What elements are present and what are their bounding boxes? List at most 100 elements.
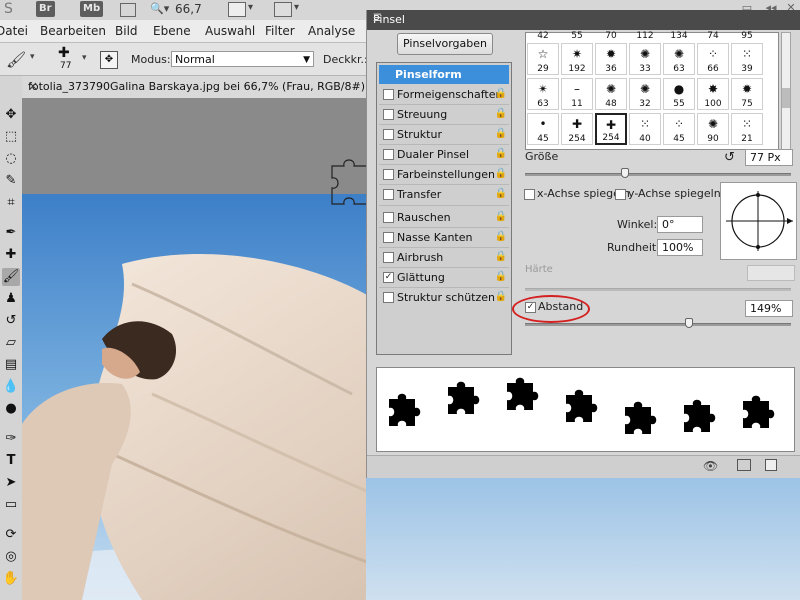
section-brush-tip-shape[interactable]: Pinselform	[379, 65, 509, 84]
section-checkbox[interactable]	[383, 232, 394, 243]
chevron-down-icon[interactable]: ▾	[294, 2, 299, 13]
mini-bridge-button[interactable]: Mb	[80, 1, 104, 17]
menu-auswahl[interactable]: Auswahl	[205, 24, 255, 38]
brush-tip-cell[interactable]: ✸ 100	[697, 78, 729, 110]
brush-tip-cell[interactable]: ⁙ 40	[629, 113, 661, 145]
brush-tip-cell[interactable]: ✺ 33	[629, 43, 661, 75]
brush-tip-cell[interactable]: ⁙ 21	[731, 113, 763, 145]
path-selection-tool-icon[interactable]: ➤	[2, 474, 20, 492]
brush-presets-button[interactable]: Pinselvorgaben	[397, 33, 493, 55]
3d-camera-tool-icon[interactable]: ◎	[2, 548, 20, 566]
brush-grid-icon[interactable]	[737, 459, 751, 471]
size-slider-knob[interactable]	[621, 168, 629, 178]
brush-tip-cell[interactable]: ✹ 36	[595, 43, 627, 75]
grid-scrollbar-thumb[interactable]	[782, 88, 790, 108]
lock-icon[interactable]: 🔒	[495, 251, 507, 262]
lock-icon[interactable]: 🔒	[495, 88, 507, 99]
lock-icon[interactable]: 🔒	[495, 291, 507, 302]
brush-tip-cell[interactable]: – 11	[561, 78, 593, 110]
lock-icon[interactable]: 🔒	[495, 188, 507, 199]
spacing-slider-knob[interactable]	[685, 318, 693, 328]
type-tool-icon[interactable]: T	[2, 452, 20, 470]
close-document-icon[interactable]: ×	[28, 79, 360, 93]
brush-tool-icon[interactable]: 🖌	[2, 268, 20, 286]
section-texture[interactable]: Struktur 🔒	[379, 125, 509, 144]
menu-bild[interactable]: Bild	[115, 24, 138, 38]
brush-tool-icon[interactable]: 🖌	[6, 50, 26, 69]
roundness-field[interactable]: 100%	[657, 239, 703, 256]
brush-panel-toggle-icon[interactable]: ✥	[100, 51, 118, 69]
gradient-tool-icon[interactable]: ▤	[2, 356, 20, 374]
lasso-tool-icon[interactable]: ◌	[2, 150, 20, 168]
guides-icon[interactable]	[120, 3, 136, 17]
blur-tool-icon[interactable]: 💧	[2, 378, 20, 396]
brush-tip-cell[interactable]: • 45	[527, 113, 559, 145]
brush-preset-icon[interactable]: ✚	[58, 45, 70, 61]
eyedropper-tool-icon[interactable]: ✒	[2, 224, 20, 242]
section-checkbox[interactable]	[383, 89, 394, 100]
menu-bearbeiten[interactable]: Bearbeiten	[40, 24, 106, 38]
panel-menu-icon[interactable]: ☰	[373, 13, 797, 24]
brush-tip-cell[interactable]: ✺ 48	[595, 78, 627, 110]
canvas-pasteboard[interactable]	[22, 98, 366, 194]
hand-zoom-icon[interactable]: 🔍▾	[150, 2, 169, 15]
brush-tip-cell[interactable]: ⁘ 66	[697, 43, 729, 75]
brush-tip-cell[interactable]: ✷ 192	[561, 43, 593, 75]
dodge-tool-icon[interactable]: ●	[2, 400, 20, 418]
brush-tip-cell[interactable]: ⁙ 39	[731, 43, 763, 75]
section-checkbox[interactable]	[383, 212, 394, 223]
section-checkbox[interactable]	[383, 252, 394, 263]
brush-tip-cell[interactable]: ⁘ 45	[663, 113, 695, 145]
section-scattering[interactable]: Streuung 🔒	[379, 105, 509, 124]
menu-filter[interactable]: Filter	[265, 24, 295, 38]
marquee-tool-icon[interactable]: ⬚	[2, 128, 20, 146]
chevron-down-icon[interactable]: ▾	[248, 2, 253, 13]
brush-tip-cell[interactable]: ✴ 63	[527, 78, 559, 110]
flip-y-checkbox[interactable]	[615, 189, 626, 200]
section-noise[interactable]: Rauschen 🔒	[379, 208, 509, 227]
menu-ebene[interactable]: Ebene	[153, 24, 191, 38]
eraser-tool-icon[interactable]: ▱	[2, 334, 20, 352]
healing-brush-tool-icon[interactable]: ✚	[2, 246, 20, 264]
size-slider[interactable]	[525, 173, 791, 176]
section-wet-edges[interactable]: Nasse Kanten 🔒	[379, 228, 509, 247]
brush-tip-cell[interactable]: ✺ 90	[697, 113, 729, 145]
lock-icon[interactable]: 🔒	[495, 108, 507, 119]
clone-stamp-tool-icon[interactable]: ♟	[2, 290, 20, 308]
section-color-dynamics[interactable]: Farbeinstellungen 🔒	[379, 165, 509, 184]
section-checkbox[interactable]	[383, 169, 394, 180]
arrange-documents-icon[interactable]	[228, 2, 246, 17]
section-checkbox-checked[interactable]: ✓	[383, 272, 394, 283]
toggle-live-tip-icon[interactable]: 👁	[703, 459, 718, 473]
section-checkbox[interactable]	[383, 129, 394, 140]
move-tool-icon[interactable]: ✥	[2, 106, 20, 124]
reset-size-icon[interactable]: ↺	[724, 150, 735, 165]
lock-icon[interactable]: 🔒	[495, 148, 507, 159]
brush-tip-cell[interactable]: ✹ 75	[731, 78, 763, 110]
brush-tip-cell[interactable]: ✚ 254	[561, 113, 593, 145]
brush-tip-cell[interactable]: ☆ 29	[527, 43, 559, 75]
bridge-button[interactable]: Br	[36, 1, 55, 17]
lock-icon[interactable]: 🔒	[495, 231, 507, 242]
section-protect-texture[interactable]: Struktur schützen 🔒	[379, 288, 509, 307]
section-checkbox[interactable]	[383, 292, 394, 303]
brush-tip-cell[interactable]: ● 55	[663, 78, 695, 110]
spacing-field[interactable]: 149%	[745, 300, 793, 317]
brush-tip-cell[interactable]: ✚ 254	[595, 113, 627, 145]
brush-tip-cell[interactable]: ✺ 63	[663, 43, 695, 75]
section-airbrush[interactable]: Airbrush 🔒	[379, 248, 509, 267]
chevron-down-icon[interactable]: ▾	[82, 53, 87, 63]
angle-field[interactable]: 0°	[657, 216, 703, 233]
pen-tool-icon[interactable]: ✑	[2, 430, 20, 448]
brush-tip-cell[interactable]: ✺ 32	[629, 78, 661, 110]
lock-icon[interactable]: 🔒	[495, 128, 507, 139]
mode-select[interactable]: Normal ▼	[171, 51, 314, 67]
lock-icon[interactable]: 🔒	[495, 271, 507, 282]
section-checkbox[interactable]	[383, 109, 394, 120]
screen-mode-icon[interactable]	[274, 2, 292, 17]
lock-icon[interactable]: 🔒	[495, 168, 507, 179]
chevron-down-icon[interactable]: ▾	[30, 52, 35, 62]
section-smoothing[interactable]: ✓ Glättung 🔒	[379, 268, 509, 287]
document-tab[interactable]: fotolia_373790Galina Barskaya.jpg bei 66…	[22, 76, 374, 99]
section-checkbox[interactable]	[383, 189, 394, 200]
